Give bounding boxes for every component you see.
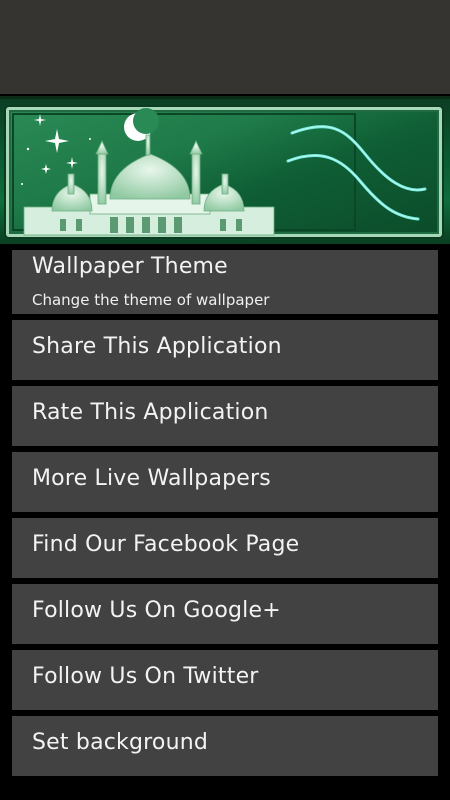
menu-item-rate-app[interactable]: Rate This Application: [12, 386, 438, 446]
stars-icon: [21, 114, 91, 185]
menu-item-share-app[interactable]: Share This Application: [12, 320, 438, 380]
menu-item-title: Wallpaper Theme: [32, 254, 228, 279]
settings-list: Wallpaper Theme Change the theme of wall…: [12, 250, 438, 782]
header-banner: [0, 96, 450, 244]
mosque-icon: [23, 134, 275, 236]
menu-item-title: Find Our Facebook Page: [32, 532, 300, 557]
menu-item-wallpaper-theme[interactable]: Wallpaper Theme Change the theme of wall…: [12, 250, 438, 314]
menu-item-more-wallpapers[interactable]: More Live Wallpapers: [12, 452, 438, 512]
glow-waves-icon: [286, 125, 427, 221]
menu-item-title: More Live Wallpapers: [32, 466, 271, 491]
menu-item-title: Rate This Application: [32, 400, 269, 425]
menu-item-title: Follow Us On Twitter: [32, 664, 259, 689]
menu-item-title: Follow Us On Google+: [32, 598, 281, 623]
menu-item-summary: Change the theme of wallpaper: [32, 291, 270, 309]
status-bar: [0, 0, 450, 94]
mosque-banner-illustration: [21, 108, 427, 236]
menu-item-set-background[interactable]: Set background: [12, 716, 438, 776]
menu-item-title: Set background: [32, 730, 209, 755]
menu-item-google-plus[interactable]: Follow Us On Google+: [12, 584, 438, 644]
crescent-moon-icon: [124, 108, 159, 141]
menu-item-facebook[interactable]: Find Our Facebook Page: [12, 518, 438, 578]
menu-item-title: Share This Application: [32, 334, 282, 359]
menu-item-twitter[interactable]: Follow Us On Twitter: [12, 650, 438, 710]
